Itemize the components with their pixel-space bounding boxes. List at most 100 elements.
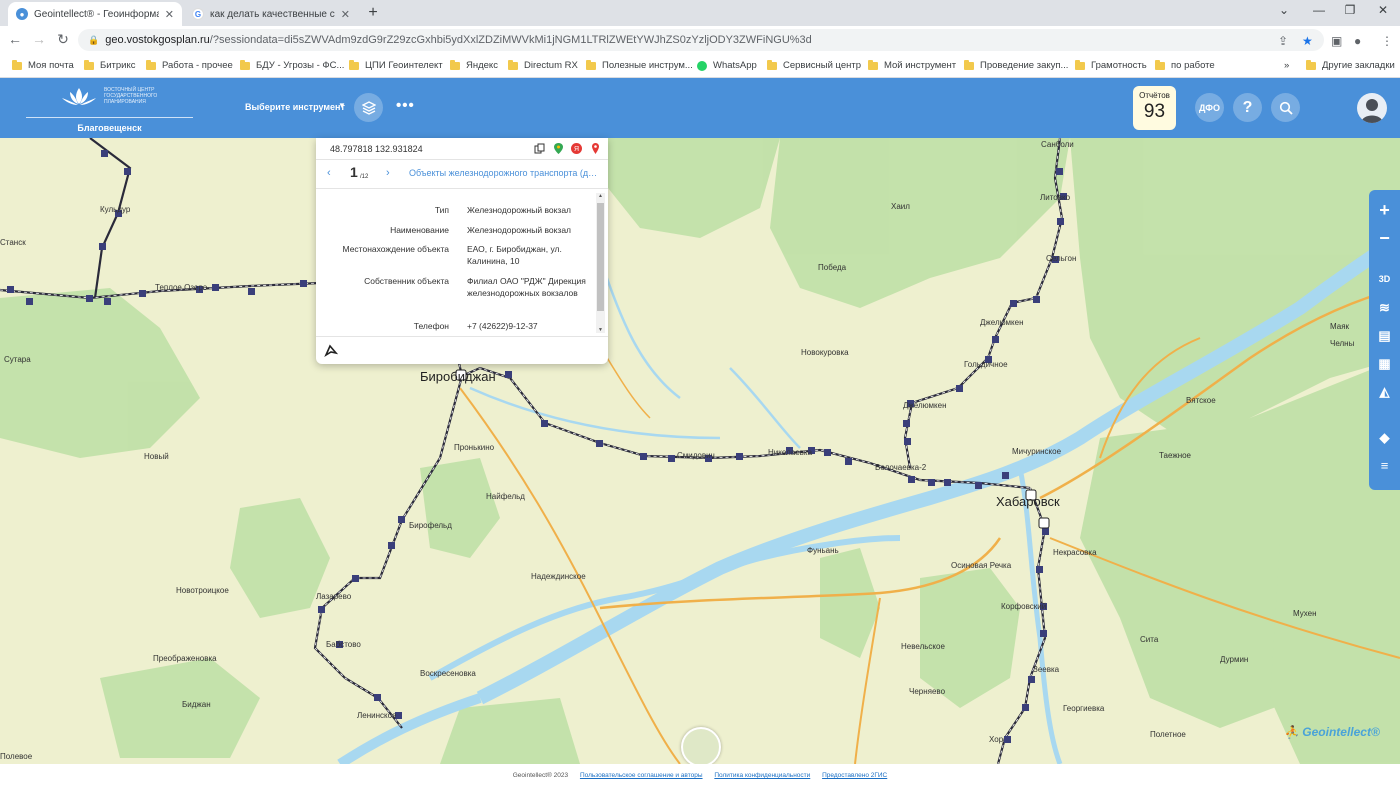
place-label: Зеевка: [1033, 665, 1060, 674]
logo-emblem-icon[interactable]: [58, 84, 100, 110]
profile-icon[interactable]: ●: [1354, 34, 1361, 48]
bookmark-whatsapp[interactable]: WhatsApp: [697, 60, 757, 71]
google-maps-pin-icon[interactable]: [553, 143, 564, 154]
next-page-icon[interactable]: ›: [386, 167, 390, 179]
place-label: Черняево: [909, 687, 946, 696]
browser-toolbar: ← → ↻ 🔒 geo.vostokgosplan.ru/?sessiondat…: [0, 26, 1400, 54]
search-icon: [1279, 101, 1293, 115]
copy-icon[interactable]: [534, 143, 545, 154]
bookmark-item[interactable]: Битрикс: [84, 59, 136, 71]
user-avatar[interactable]: [1357, 93, 1387, 123]
bookmark-item[interactable]: Яндекс: [450, 59, 498, 71]
popup-scrollbar[interactable]: ▲ ▼: [596, 193, 605, 333]
tab-google-search[interactable]: G как делать качественные снимки ✕: [184, 2, 358, 26]
bookmark-item[interactable]: Полезные инструм...: [586, 59, 693, 71]
3d-mode-button[interactable]: 3D: [1369, 274, 1400, 284]
bookmark-item[interactable]: по работе: [1155, 59, 1215, 71]
data-provider-link[interactable]: Предоставлено 2ГИС: [822, 772, 887, 779]
prev-page-icon[interactable]: ‹: [327, 167, 331, 179]
tab-geointellect[interactable]: ● Geointellect® - Геоинформационн ✕: [8, 2, 182, 26]
more-options-icon[interactable]: •••: [396, 97, 415, 114]
back-button[interactable]: ←: [6, 31, 24, 47]
close-tab-icon[interactable]: ✕: [165, 8, 174, 21]
map-tools-panel: + − 3D ≋ ▤ ▦ ◭ ◆ ≡: [1369, 190, 1400, 490]
place-label: Санболи: [1041, 140, 1074, 149]
bookmark-item[interactable]: Мой инструмент: [868, 59, 956, 71]
layers-button[interactable]: [354, 93, 383, 122]
bookmark-other[interactable]: Другие закладки: [1306, 59, 1395, 71]
help-button[interactable]: ?: [1233, 93, 1262, 122]
terrain-icon[interactable]: ◭: [1369, 384, 1400, 400]
wave-icon[interactable]: ≋: [1369, 300, 1400, 316]
bookmark-item[interactable]: Работа - прочее: [146, 59, 233, 71]
browser-tab-strip: ● Geointellect® - Геоинформационн ✕ G ка…: [0, 0, 1400, 26]
yandex-icon[interactable]: Я: [571, 143, 582, 154]
map-canvas[interactable]: Биробиджан Хабаровск Кульдур Теплое Озер…: [0, 138, 1400, 764]
field-value: Железнодорожный вокзал: [467, 205, 572, 215]
new-tab-button[interactable]: +: [364, 4, 382, 22]
scroll-up-icon[interactable]: ▲: [596, 193, 605, 199]
reports-label: Отчётов: [1139, 91, 1170, 100]
privacy-policy-link[interactable]: Политика конфиденциальности: [714, 772, 810, 779]
user-agreement-link[interactable]: Пользовательское соглашение и авторы: [580, 772, 703, 779]
dfo-button[interactable]: ДФО: [1195, 93, 1224, 122]
caret-down-icon[interactable]: ▼: [338, 101, 346, 110]
tool-select-dropdown[interactable]: Выберите инструмент: [245, 102, 345, 112]
minimize-button[interactable]: —: [1309, 3, 1329, 17]
traffic-light-icon[interactable]: ▤: [1369, 328, 1400, 344]
side-panel-icon[interactable]: ▣: [1331, 34, 1342, 48]
bookmark-item[interactable]: ЦПИ Геоинтелект: [349, 59, 443, 71]
place-label: Теплое Озеро: [155, 283, 208, 292]
place-label: Вятское: [1186, 396, 1216, 405]
reload-button[interactable]: ↻: [54, 31, 72, 48]
place-label: Бабстово: [326, 640, 361, 649]
place-label: Лазарево: [316, 592, 352, 601]
field-label: Собственник объекта: [364, 276, 449, 286]
place-label: Найфельд: [486, 492, 525, 501]
place-label: Сельгон: [1046, 254, 1077, 263]
place-label: Джелюмкен: [903, 401, 947, 410]
bookmarks-overflow-icon[interactable]: »: [1284, 60, 1289, 71]
place-label: Ленинское: [357, 711, 397, 720]
basemap-switcher-thumbnail[interactable]: [681, 727, 721, 767]
tab-search-icon[interactable]: ⌄: [1274, 3, 1294, 17]
lock-icon[interactable]: 🔒: [88, 35, 99, 46]
bookmark-item[interactable]: Сервисный центр: [767, 59, 861, 71]
svg-text:Я: Я: [574, 146, 579, 153]
layer-name-link[interactable]: Объекты железнодорожного транспорта (дан…: [409, 168, 602, 178]
forward-button[interactable]: →: [30, 31, 48, 47]
bookmark-star-icon[interactable]: ★: [1302, 34, 1313, 48]
place-label: Челны: [1330, 339, 1355, 348]
reports-counter[interactable]: Отчётов 93: [1133, 86, 1176, 130]
logo-text: ВОСТОЧНЫЙ ЦЕНТР ГОСУДАРСТВЕННОГО ПЛАНИРО…: [104, 87, 158, 105]
place-label: Полетное: [1150, 730, 1186, 739]
buildings-icon[interactable]: ▦: [1369, 356, 1400, 372]
bookmark-item[interactable]: БДУ - Угрозы - ФС...: [240, 59, 344, 71]
search-button[interactable]: [1271, 93, 1300, 122]
zoom-out-button[interactable]: −: [1369, 228, 1400, 249]
bookmark-item[interactable]: Directum RX: [508, 59, 578, 71]
ruler-icon[interactable]: ◆: [1369, 430, 1400, 446]
share-icon[interactable]: ⇪: [1278, 34, 1288, 48]
scroll-down-icon[interactable]: ▼: [596, 327, 605, 333]
field-value: +7 (42622)9-12-37: [467, 321, 538, 331]
field-value: ЕАО, г. Биробиджан, ул. Калинина, 10: [467, 244, 562, 266]
address-bar[interactable]: 🔒 geo.vostokgosplan.ru/?sessiondata=di5s…: [78, 29, 1324, 51]
menu-icon[interactable]: ⋮: [1381, 34, 1393, 48]
scroll-thumb[interactable]: [597, 203, 604, 311]
page-total: /12: [360, 174, 369, 180]
close-tab-icon[interactable]: ✕: [341, 8, 350, 21]
close-window-button[interactable]: ✕: [1373, 3, 1393, 17]
city-selector[interactable]: Благовещенск: [26, 123, 193, 133]
shape-outline-icon[interactable]: [324, 344, 338, 358]
folder-icon: [868, 59, 878, 70]
layers-stack-icon[interactable]: ≡: [1369, 458, 1400, 473]
bookmark-item[interactable]: Моя почта: [12, 59, 74, 71]
map-pin-icon[interactable]: [590, 143, 601, 154]
restore-button[interactable]: ❐: [1340, 3, 1360, 17]
zoom-in-button[interactable]: +: [1369, 200, 1400, 221]
whatsapp-icon: [697, 60, 707, 71]
bookmark-item[interactable]: Грамотность: [1075, 59, 1147, 71]
bookmark-item[interactable]: Проведение закуп...: [964, 59, 1068, 71]
folder-icon: [508, 59, 518, 70]
